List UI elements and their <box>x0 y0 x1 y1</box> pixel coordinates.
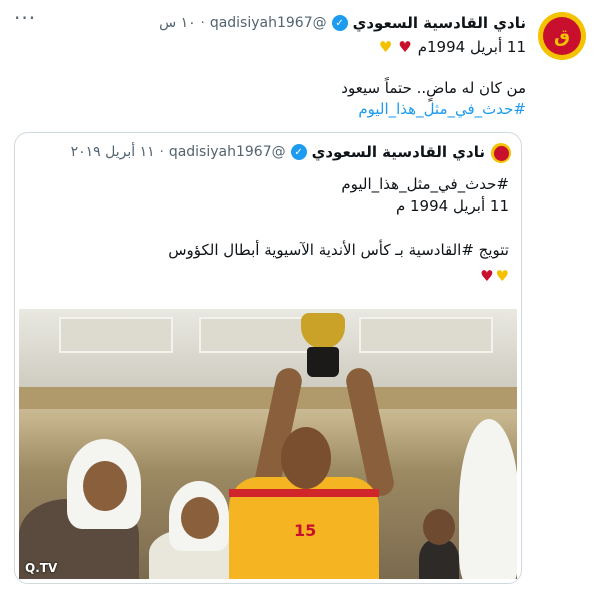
ceiling-panel <box>359 317 493 353</box>
separator-dot: · <box>159 144 164 160</box>
quoted-line: تتويج #القادسية بـ كأس الأندية الآسيوية … <box>168 241 509 259</box>
user-handle[interactable]: @qadisiyah1967 <box>210 15 327 31</box>
verified-badge-icon: ✓ <box>331 15 348 31</box>
person-face <box>181 497 219 539</box>
hashtag-link[interactable]: #حدث_في_مثل_هذا_اليوم <box>341 99 526 120</box>
quoted-hearts: ♥ ♥ <box>480 267 509 285</box>
separator-dot: · <box>200 15 205 31</box>
quoted-tweet[interactable]: نادي القادسية السعودي ✓ @qadisiyah1967 ·… <box>14 132 522 584</box>
tweet-header: نادي القادسية السعودي ✓ @qadisiyah1967 ·… <box>40 12 526 34</box>
tweet-body: من كان له ماضٍ.. حتماً سيعود #حدث_في_مثل… <box>341 78 526 120</box>
quoted-avatar[interactable] <box>491 143 511 163</box>
ceiling-panel <box>59 317 173 353</box>
trophy-cup <box>301 313 345 349</box>
quoted-timestamp[interactable]: ١١ أبريل ٢٠١٩ <box>71 144 155 160</box>
quoted-line: #حدث_في_مثل_هذا_اليوم <box>341 175 509 193</box>
display-name[interactable]: نادي القادسية السعودي <box>353 14 526 32</box>
person-face <box>423 509 455 545</box>
more-options-icon[interactable]: ··· <box>14 6 36 30</box>
club-logo: ق <box>543 17 581 55</box>
club-logo-small <box>493 145 509 161</box>
red-heart-icon: ♥ <box>480 267 494 285</box>
profile-avatar[interactable]: ق <box>538 12 586 60</box>
photo-beam <box>19 387 517 409</box>
tweet-date-line: 11 أبريل 1994م ♥ ♥ <box>379 38 526 56</box>
jersey-stripe <box>229 489 379 497</box>
red-heart-icon: ♥ <box>398 38 412 56</box>
jersey-number: 15 <box>294 521 317 540</box>
player-face <box>281 427 331 489</box>
person-face <box>83 461 127 511</box>
photo-ceiling <box>19 309 517 387</box>
yellow-heart-icon: ♥ <box>495 267 509 285</box>
person-uniform <box>419 539 459 579</box>
quoted-handle[interactable]: @qadisiyah1967 <box>169 144 286 160</box>
video-watermark: Q.TV <box>25 561 58 575</box>
quoted-line: 11 أبريل 1994 م <box>395 197 509 215</box>
tweet-photo[interactable]: 15 Q.TV <box>19 309 517 579</box>
quoted-header: نادي القادسية السعودي ✓ @qadisiyah1967 ·… <box>71 143 485 161</box>
person-headdress <box>459 419 517 579</box>
trophy-base <box>307 347 339 377</box>
tweet-date-text: 11 أبريل 1994م <box>417 38 526 56</box>
trophy-icon <box>295 313 351 377</box>
yellow-heart-icon: ♥ <box>378 38 393 56</box>
quoted-body: #حدث_في_مثل_هذا_اليوم 11 أبريل 1994 م تت… <box>168 173 509 261</box>
quoted-display-name[interactable]: نادي القادسية السعودي <box>312 143 485 161</box>
tweet-timestamp[interactable]: ١٠ س <box>159 15 196 31</box>
verified-badge-icon: ✓ <box>290 144 307 160</box>
tweet-body-line: من كان له ماضٍ.. حتماً سيعود <box>341 79 526 97</box>
tweet: ق نادي القادسية السعودي ✓ @qadisiyah1967… <box>0 0 600 598</box>
quoted-line <box>168 217 509 239</box>
